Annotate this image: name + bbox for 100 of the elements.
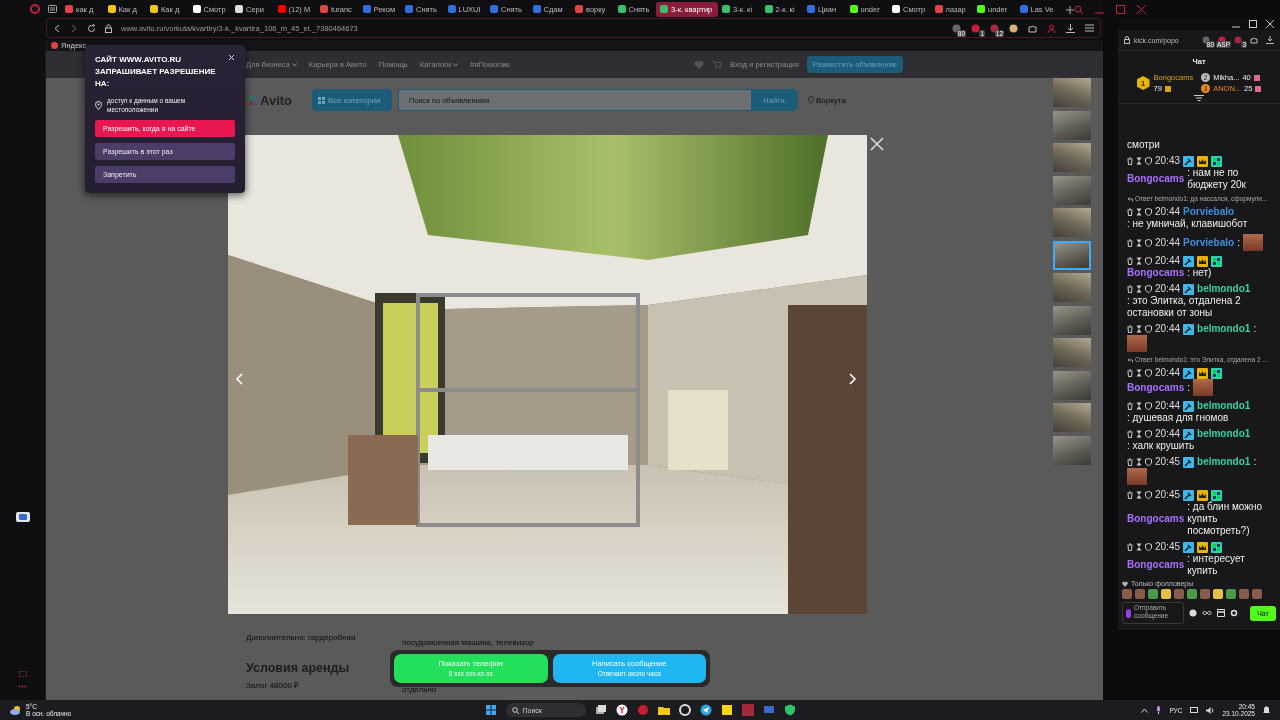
circle-app-icon[interactable] bbox=[636, 704, 649, 716]
trash-icon[interactable] bbox=[1127, 369, 1133, 377]
collapse-icon[interactable] bbox=[1194, 95, 1204, 102]
trash-icon[interactable] bbox=[1127, 157, 1133, 165]
photo-thumbnail[interactable] bbox=[1053, 338, 1091, 367]
hourglass-icon[interactable] bbox=[1136, 285, 1142, 293]
paper-plane-icon[interactable] bbox=[699, 704, 712, 716]
photo-thumbnail[interactable] bbox=[1053, 403, 1091, 432]
username[interactable]: Bongocams bbox=[1127, 559, 1185, 571]
hourglass-icon[interactable] bbox=[1136, 257, 1142, 265]
chevron-right-icon[interactable] bbox=[849, 372, 857, 385]
photo-thumbnail[interactable] bbox=[1053, 273, 1091, 302]
hourglass-icon[interactable] bbox=[1136, 238, 1142, 247]
shield-icon[interactable] bbox=[1145, 325, 1152, 333]
tab-list-icon[interactable] bbox=[48, 5, 57, 13]
trash-icon[interactable] bbox=[1127, 208, 1133, 216]
hourglass-icon[interactable] bbox=[1136, 208, 1142, 216]
shield-icon[interactable] bbox=[1145, 402, 1152, 410]
username[interactable]: belmondo1 bbox=[1197, 283, 1251, 295]
photo-thumbnail[interactable] bbox=[1053, 435, 1091, 465]
reply-icon bbox=[1127, 195, 1133, 202]
hourglass-icon[interactable] bbox=[1136, 543, 1142, 551]
store-icon[interactable] bbox=[1217, 609, 1225, 617]
download-icon[interactable] bbox=[1266, 36, 1274, 44]
shield-icon[interactable] bbox=[1145, 285, 1152, 293]
yandex-logo-icon[interactable] bbox=[51, 42, 58, 49]
trash-icon[interactable] bbox=[1127, 543, 1133, 551]
browser-logo-icon[interactable] bbox=[30, 4, 40, 14]
hourglass-icon[interactable] bbox=[1136, 325, 1142, 333]
chrome-style-icon[interactable] bbox=[678, 704, 691, 716]
hourglass-icon[interactable] bbox=[1136, 402, 1142, 410]
trash-icon[interactable] bbox=[1127, 238, 1133, 247]
message-text: : это Элитка, отдалена 2 остановки от зоны bbox=[1127, 295, 1242, 319]
hourglass-icon[interactable] bbox=[1136, 458, 1142, 466]
photo-thumbnail[interactable] bbox=[1053, 175, 1091, 205]
username[interactable]: Bongocams bbox=[1127, 513, 1185, 525]
profile-icon[interactable] bbox=[1047, 23, 1056, 33]
chevron-up-icon[interactable] bbox=[1141, 707, 1149, 713]
username[interactable]: belmondo1 bbox=[1197, 323, 1251, 335]
hourglass-icon[interactable] bbox=[1136, 369, 1142, 377]
infinity-icon[interactable] bbox=[1202, 610, 1212, 616]
shield-icon[interactable] bbox=[1145, 157, 1152, 165]
folder-icon[interactable] bbox=[657, 704, 670, 716]
username[interactable]: Bongocams bbox=[1127, 381, 1185, 394]
chevron-left-icon[interactable] bbox=[235, 372, 243, 385]
shield-check-icon[interactable] bbox=[783, 704, 796, 716]
download-icon[interactable] bbox=[1066, 23, 1075, 33]
microphone-icon[interactable] bbox=[1156, 706, 1162, 714]
shield-icon[interactable] bbox=[1145, 208, 1152, 216]
hourglass-icon[interactable] bbox=[1136, 157, 1142, 165]
monitor-icon[interactable] bbox=[762, 704, 775, 716]
trash-icon[interactable] bbox=[1127, 325, 1133, 333]
settings-icon[interactable] bbox=[1230, 609, 1238, 617]
photo-thumbnail[interactable] bbox=[1053, 110, 1091, 140]
shield-icon[interactable] bbox=[1145, 369, 1152, 377]
menu-icon[interactable] bbox=[1085, 24, 1094, 32]
photo-thumbnail[interactable] bbox=[1053, 78, 1091, 107]
messenger-app-icon[interactable] bbox=[15, 512, 30, 522]
shield-icon[interactable] bbox=[1145, 257, 1152, 265]
hourglass-icon[interactable] bbox=[1136, 491, 1142, 499]
shield-icon[interactable] bbox=[1145, 430, 1152, 438]
trash-icon[interactable] bbox=[1127, 402, 1133, 410]
photo-thumbnail[interactable] bbox=[1053, 240, 1091, 270]
message-text: : bbox=[1187, 381, 1190, 394]
new-tab-icon[interactable] bbox=[1066, 5, 1074, 14]
username[interactable]: Bongocams bbox=[1127, 173, 1185, 185]
trash-icon[interactable] bbox=[1127, 491, 1133, 499]
windows-logo-icon[interactable] bbox=[484, 704, 497, 716]
username[interactable]: Porviebalo bbox=[1183, 206, 1235, 218]
back-icon[interactable] bbox=[53, 23, 61, 33]
trash-icon[interactable] bbox=[1127, 285, 1133, 293]
trash-icon[interactable] bbox=[1127, 430, 1133, 438]
photo-thumbnail[interactable] bbox=[1053, 143, 1091, 172]
reload-icon[interactable] bbox=[87, 23, 96, 33]
photo-thumbnail[interactable] bbox=[1053, 208, 1091, 237]
more-icon[interactable] bbox=[18, 685, 27, 688]
speaker-icon[interactable] bbox=[1206, 706, 1215, 714]
lock-icon bbox=[1124, 36, 1130, 44]
username[interactable]: belmondo1 bbox=[1197, 456, 1251, 468]
search-icon[interactable] bbox=[1074, 4, 1083, 14]
trash-icon[interactable] bbox=[1127, 458, 1133, 466]
shield-icon[interactable] bbox=[1145, 491, 1152, 499]
username[interactable]: Bongocams bbox=[1127, 267, 1185, 279]
photo-thumbnail[interactable] bbox=[1053, 305, 1091, 335]
sticky-note-icon[interactable] bbox=[720, 704, 733, 716]
trash-icon[interactable] bbox=[1127, 257, 1133, 265]
username[interactable]: belmondo1 bbox=[1197, 428, 1251, 440]
photo-thumbnail[interactable] bbox=[1053, 370, 1091, 400]
network-icon[interactable] bbox=[1190, 706, 1199, 714]
shield-icon[interactable] bbox=[1145, 238, 1152, 247]
message-time: 20:44 bbox=[1155, 323, 1181, 335]
hourglass-icon[interactable] bbox=[1136, 430, 1142, 438]
username[interactable]: belmondo1 bbox=[1197, 400, 1251, 412]
shield-icon[interactable] bbox=[1145, 458, 1152, 466]
window-stack-icon[interactable] bbox=[594, 704, 607, 716]
notification-bell-icon[interactable] bbox=[1263, 706, 1270, 714]
shield-icon[interactable] bbox=[1145, 543, 1152, 551]
username[interactable]: Porviebalo bbox=[1183, 236, 1235, 249]
browser-y-icon[interactable] bbox=[615, 704, 628, 716]
forward-icon[interactable] bbox=[70, 23, 78, 33]
